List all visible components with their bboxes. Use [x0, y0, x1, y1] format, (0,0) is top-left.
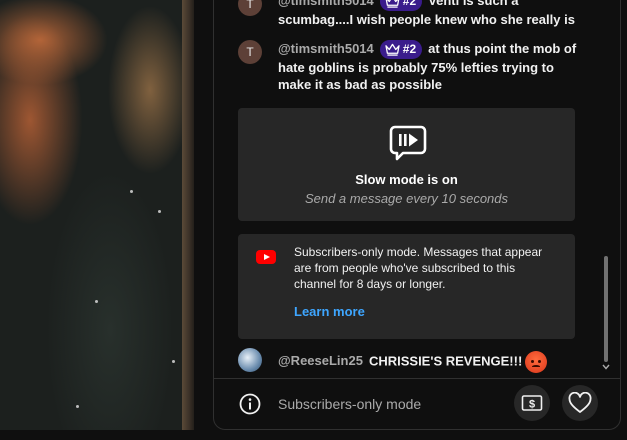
chat-mode-label: Subscribers-only mode: [278, 396, 422, 412]
super-chat-icon: $: [521, 395, 543, 411]
super-chat-button[interactable]: $: [514, 385, 550, 421]
member-badge: #2: [379, 0, 423, 12]
message-author[interactable]: @ReeseLin25: [278, 353, 363, 368]
slow-mode-card: Slow mode is on Send a message every 10 …: [238, 108, 575, 221]
video-player[interactable]: [0, 0, 194, 430]
scroll-down-arrow-icon[interactable]: [602, 363, 610, 371]
info-icon[interactable]: [238, 392, 262, 416]
snow-speck: [95, 300, 98, 303]
badge-label: #2: [402, 42, 417, 57]
crown-icon: [385, 43, 400, 56]
footer-divider: [214, 378, 620, 379]
snow-speck: [172, 360, 175, 363]
message-author[interactable]: @timsmith5014: [278, 41, 374, 56]
subscribers-only-description: Subscribers-only mode. Messages that app…: [294, 245, 543, 291]
subscribers-only-card: Subscribers-only mode. Messages that app…: [238, 234, 575, 339]
snow-speck: [158, 210, 161, 213]
badge-label: #2: [402, 0, 417, 9]
svg-text:$: $: [529, 399, 535, 411]
snow-speck: [76, 405, 79, 408]
slow-mode-icon: [389, 125, 427, 161]
avatar[interactable]: T: [238, 40, 262, 64]
avatar[interactable]: [238, 348, 262, 372]
like-button[interactable]: [562, 385, 598, 421]
live-chat-panel: T @timsmith5014 #2 Venti is such a scumbag…: [213, 0, 621, 430]
chat-message: T @timsmith5014 #2 at thus point the mob o…: [238, 40, 578, 93]
chat-message: T @timsmith5014 #2 Venti is such a scumbag…: [238, 0, 578, 28]
member-badge: #2: [379, 40, 423, 60]
angry-emoji-icon: [525, 351, 548, 373]
message-author[interactable]: @timsmith5014: [278, 0, 374, 8]
youtube-icon: [256, 250, 276, 264]
picture-frame: [182, 0, 194, 430]
crown-icon: [385, 0, 400, 8]
slow-mode-title: Slow mode is on: [355, 172, 458, 187]
chat-scrollbar[interactable]: [604, 256, 608, 362]
slow-mode-subtitle: Send a message every 10 seconds: [304, 191, 509, 206]
learn-more-link[interactable]: Learn more: [294, 304, 365, 319]
chat-message: @ReeseLin25 CHRISSIE'S REVENGE!!!: [238, 348, 578, 373]
message-text: CHRISSIE'S REVENGE!!!: [368, 353, 523, 369]
heart-icon: [568, 392, 592, 413]
snow-speck: [130, 190, 133, 193]
